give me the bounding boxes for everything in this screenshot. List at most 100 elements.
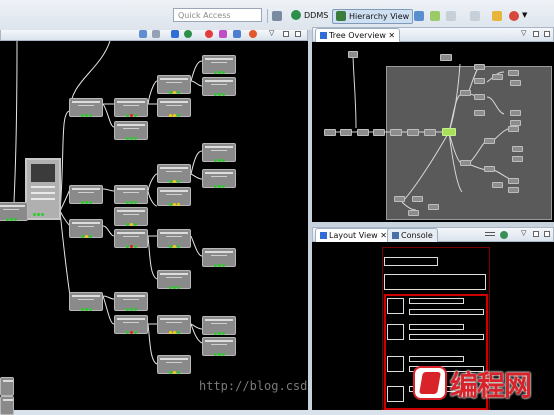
tree-node[interactable] xyxy=(202,143,236,162)
layout-title-box xyxy=(384,257,438,266)
close-icon[interactable]: ✕ xyxy=(388,31,395,40)
tree-node[interactable] xyxy=(69,98,103,117)
tree-node[interactable] xyxy=(202,77,236,96)
tree-node[interactable] xyxy=(157,75,191,94)
tree-node[interactable] xyxy=(157,315,191,334)
layout-item xyxy=(409,309,484,315)
invalidate-icon[interactable] xyxy=(470,11,480,21)
tree-node[interactable] xyxy=(0,377,14,396)
node-preview xyxy=(31,164,55,182)
globe-icon[interactable] xyxy=(184,30,192,38)
maximize-icon[interactable] xyxy=(544,31,550,37)
overview-node xyxy=(512,156,523,162)
open-perspective-icon[interactable] xyxy=(272,11,282,21)
minimize-icon[interactable] xyxy=(533,31,539,37)
tree-node[interactable] xyxy=(202,316,236,335)
overview-node xyxy=(390,129,402,136)
capture-layers-icon[interactable] xyxy=(152,30,160,38)
tree-node[interactable] xyxy=(0,396,14,415)
overview-node xyxy=(407,129,419,136)
ddms-perspective-button[interactable]: DDMS xyxy=(291,9,328,22)
layout-view-header: Layout View ✕ Console ▽ xyxy=(312,227,554,242)
profile-icon[interactable] xyxy=(249,30,257,38)
overview-node xyxy=(484,138,495,144)
overview-node xyxy=(512,146,523,152)
overview-node xyxy=(340,129,352,136)
request-layout-icon[interactable] xyxy=(492,11,502,21)
overview-node xyxy=(424,129,436,136)
overview-node xyxy=(460,160,471,166)
tree-node[interactable] xyxy=(0,202,28,221)
dump-icon[interactable] xyxy=(509,11,519,21)
site-logo-text: 编程网 xyxy=(450,369,532,402)
tree-node[interactable] xyxy=(202,169,236,188)
load-all-views-icon[interactable] xyxy=(500,231,508,239)
maximize-icon[interactable] xyxy=(544,231,550,237)
display-view-icon[interactable] xyxy=(171,30,179,38)
close-icon[interactable]: ✕ xyxy=(380,231,387,240)
tree-node[interactable] xyxy=(202,337,236,356)
tree-node[interactable] xyxy=(69,219,103,238)
overview-node xyxy=(508,187,519,193)
tree-node[interactable] xyxy=(69,185,103,204)
tab-layout-view[interactable]: Layout View ✕ xyxy=(315,228,392,242)
layout-item xyxy=(409,298,464,304)
overview-node xyxy=(474,110,485,116)
overview-node xyxy=(492,182,503,188)
tab-console-label: Console xyxy=(401,231,433,240)
maximize-icon[interactable] xyxy=(295,31,301,37)
tab-layout-view-label: Layout View xyxy=(329,231,378,240)
tree-overview-icon xyxy=(320,32,327,39)
overview-node xyxy=(324,129,336,136)
layout-view-canvas[interactable]: 编程网 xyxy=(312,242,554,410)
minimize-icon[interactable] xyxy=(283,31,289,37)
tree-overview-header: Tree Overview ✕ ▽ xyxy=(312,27,554,42)
overview-selected-node xyxy=(442,128,456,136)
save-icon[interactable] xyxy=(414,11,424,21)
tree-node[interactable] xyxy=(114,315,148,334)
console-icon xyxy=(392,232,399,239)
tree-node[interactable] xyxy=(157,270,191,289)
tree-node[interactable] xyxy=(157,229,191,248)
tree-overview-canvas[interactable] xyxy=(312,42,554,222)
tree-node[interactable] xyxy=(157,98,191,117)
view-menu-icon[interactable]: ▽ xyxy=(269,29,274,37)
hierarchy-view-icon xyxy=(336,11,346,21)
tree-node[interactable] xyxy=(114,292,148,311)
overview-node xyxy=(394,196,405,202)
tree-node[interactable] xyxy=(69,292,103,311)
view-menu-icon[interactable]: ▽ xyxy=(521,229,526,237)
tree-node[interactable] xyxy=(114,98,148,117)
invalidate-layout-icon[interactable] xyxy=(205,30,213,38)
tab-tree-overview[interactable]: Tree Overview ✕ xyxy=(315,28,401,42)
show-extras-icon[interactable] xyxy=(485,232,495,233)
tree-node[interactable] xyxy=(114,185,148,204)
selected-node[interactable] xyxy=(25,158,61,220)
tree-node[interactable] xyxy=(202,55,236,74)
save-png-icon[interactable] xyxy=(139,30,147,38)
dump-display-list-icon[interactable] xyxy=(233,30,241,38)
tree-view-toolbar: ▽ xyxy=(0,29,308,41)
tree-node[interactable] xyxy=(157,187,191,206)
overview-node xyxy=(508,70,519,76)
overview-node xyxy=(492,74,503,80)
view-menu-icon[interactable]: ▽ xyxy=(521,29,526,37)
minimize-icon[interactable] xyxy=(533,231,539,237)
quick-access-input[interactable]: Quick Access xyxy=(173,8,262,22)
refresh-icon[interactable] xyxy=(430,11,440,21)
tab-console[interactable]: Console xyxy=(387,228,438,242)
tree-node[interactable] xyxy=(157,355,191,374)
tree-node[interactable] xyxy=(202,248,236,267)
tree-node[interactable] xyxy=(114,121,148,140)
tree-node[interactable] xyxy=(114,229,148,248)
tree-node[interactable] xyxy=(114,207,148,226)
dropdown-arrow-icon[interactable]: ▼ xyxy=(522,11,527,19)
load-icon[interactable] xyxy=(446,11,456,21)
hierarchy-view-label: Hierarchy View xyxy=(349,12,410,21)
tree-view-canvas[interactable]: http://blog.csdn.net/ xyxy=(0,41,351,415)
tree-node[interactable] xyxy=(157,164,191,183)
tab-tree-overview-label: Tree Overview xyxy=(329,31,386,40)
overview-node xyxy=(508,178,519,184)
hierarchy-view-perspective-button[interactable]: Hierarchy View xyxy=(332,9,414,24)
request-layout-icon-2[interactable] xyxy=(219,30,227,38)
